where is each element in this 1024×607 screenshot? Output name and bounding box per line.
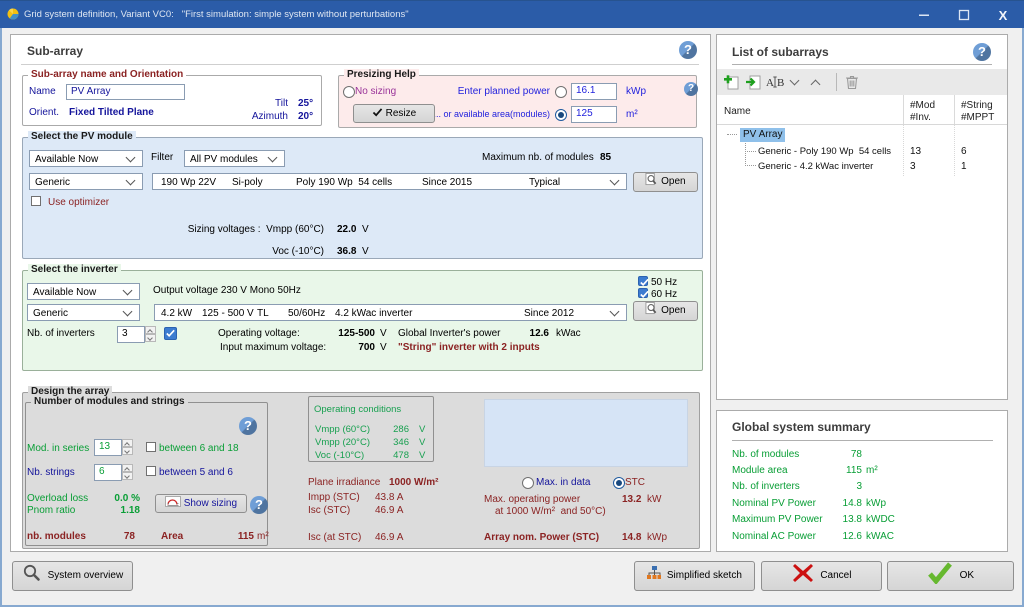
svg-text:B: B [777,77,784,89]
svg-text:A: A [766,77,774,89]
svg-text:X: X [999,8,1008,23]
